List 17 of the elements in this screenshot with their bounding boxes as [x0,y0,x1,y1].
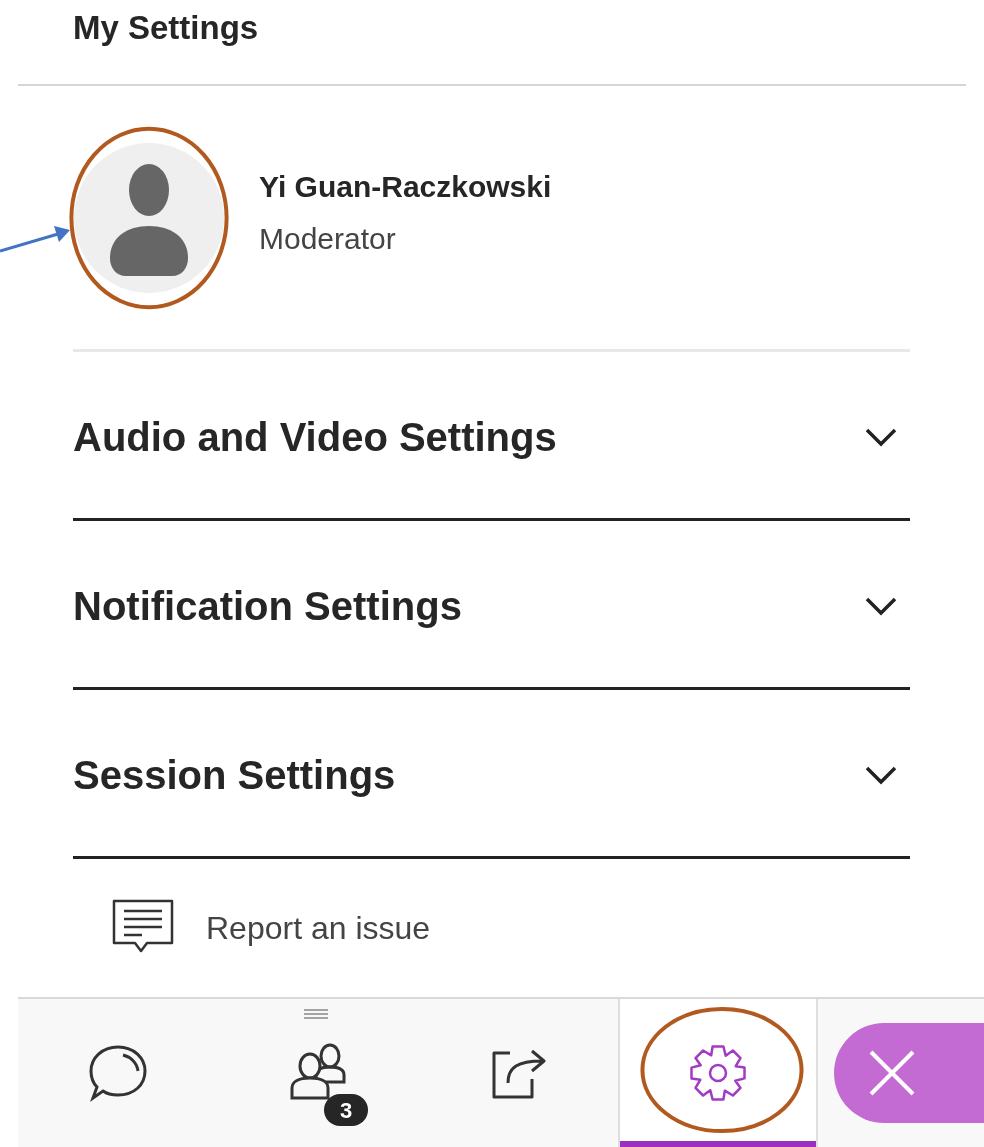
settings-icon [687,1042,749,1104]
toolbar-tab[interactable] [618,999,818,1147]
chevron-down-icon [864,595,898,616]
user-name: Yi Guan-Raczkowski [259,169,552,205]
chevron-down-icon [864,426,898,447]
settings-section-header[interactable]: Session Settings [73,690,910,859]
speech-bubble-icon [87,1043,149,1103]
close-button[interactable] [834,1023,984,1123]
settings-section-header[interactable]: Audio and Video Settings [73,352,910,521]
drag-handle-icon [303,1009,329,1019]
settings-section-header[interactable]: Notification Settings [73,521,910,690]
user-role: Moderator [259,220,397,257]
report-issue-link[interactable]: Report an issue [112,899,431,957]
close-icon [868,1049,916,1097]
chevron-down-icon [864,764,898,785]
panel-title: My Settings [73,8,259,48]
count-badge: 3 [324,1094,368,1126]
